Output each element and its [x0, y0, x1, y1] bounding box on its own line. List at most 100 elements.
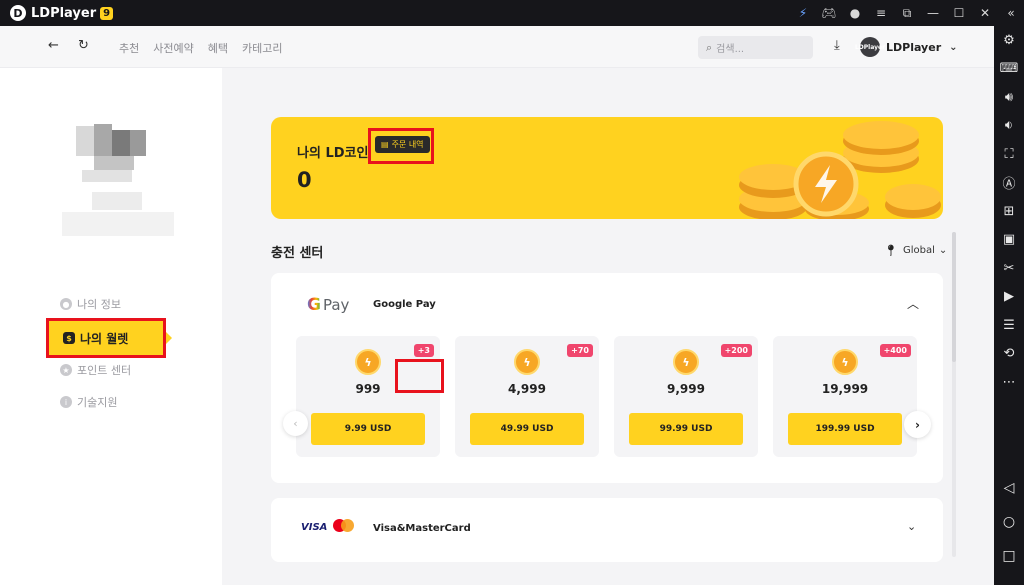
order-history-label: 주문 내역 — [391, 140, 424, 149]
google-pay-card: G Pay Google Pay ︿ ϟ +3 999 9.99 USD ϟ +… — [271, 273, 943, 483]
google-pay-logo: G Pay — [307, 295, 350, 315]
coin-package-19999[interactable]: ϟ +400 19,999 199.99 USD — [773, 336, 917, 457]
coin-package-4999[interactable]: ϟ +70 4,999 49.99 USD — [455, 336, 599, 457]
account-sidebar: ● 나의 정보 $ 나의 월렛 ★ 포인트 센터 i 기술지원 — [0, 68, 222, 585]
keyboard-icon[interactable]: ⌨ — [994, 55, 1024, 84]
nav-recommend[interactable]: 추천 — [119, 40, 139, 56]
volume-down-icon[interactable]: 🔉︎ — [994, 112, 1024, 141]
more-icon[interactable]: ⋯ — [994, 368, 1024, 397]
location-pin-icon: 📍︎ — [884, 244, 898, 257]
chevron-down-icon: ⌄ — [949, 41, 958, 53]
emulator-toolbar: ⚙ ⌨ 🔊︎ 🔉︎ ⛶ Ⓐ ⊞ ▣ ✂ ▶ ☰ ⟲ ⋯ ◁ ○ □ — [994, 26, 1024, 585]
ld-coin-banner: 나의 LD코인 ▤ 주문 내역 0 — [271, 117, 943, 219]
mastercard-logo-icon — [333, 519, 355, 533]
nav-category[interactable]: 카테고리 — [242, 40, 282, 56]
home-icon[interactable]: ○ — [994, 505, 1024, 539]
buy-button[interactable]: 49.99 USD — [470, 413, 584, 445]
coin-amount: 19,999 — [821, 382, 869, 396]
buy-button[interactable]: 199.99 USD — [788, 413, 902, 445]
scrollbar-thumb[interactable] — [952, 232, 956, 362]
screenshot-icon[interactable]: ⛶ — [994, 140, 1024, 169]
buy-button[interactable]: 9.99 USD — [311, 413, 425, 445]
maximize-icon[interactable]: ☐ — [946, 0, 972, 26]
coin-icon: ϟ — [355, 349, 381, 375]
auto-click-icon[interactable]: Ⓐ — [994, 169, 1024, 198]
chevron-up-icon[interactable]: ︿ — [907, 295, 919, 312]
app-header: ← ↻ 추천 사전예약 혜택 카테고리 ⌕ 검색... ⤓ LDPlayer L… — [0, 26, 994, 68]
bonus-badge: +400 — [879, 344, 911, 357]
back-icon[interactable]: ◁ — [994, 471, 1024, 505]
avatar: LDPlayer — [855, 37, 885, 57]
user-menu[interactable]: LDPlayer LDPlayer ⌄ — [855, 37, 958, 57]
coin-balance: 0 — [297, 168, 312, 192]
payment-method-name: Visa&MasterCard — [373, 523, 471, 534]
search-icon: ⌕ — [706, 40, 713, 54]
sidebar-item-support[interactable]: i 기술지원 — [60, 394, 117, 410]
bonus-badge: +200 — [720, 344, 752, 357]
rotate-icon[interactable]: ⟲ — [994, 340, 1024, 369]
coin-icon: ϟ — [832, 349, 858, 375]
app-name: LDPlayer — [31, 5, 97, 21]
region-selector[interactable]: 📍︎ Global ⌄ — [884, 244, 947, 257]
version-badge: 9 — [100, 6, 114, 20]
search-placeholder: 검색... — [716, 44, 745, 55]
info-icon: i — [60, 396, 72, 408]
recents-icon[interactable]: □ — [994, 539, 1024, 573]
sync-icon[interactable]: ☰ — [994, 311, 1024, 340]
record-icon[interactable]: ▶ — [994, 283, 1024, 312]
title-bar: D LDPlayer 9 ⚡ 🎮︎ ● ≡ ⧉ — ☐ ✕ « — [0, 0, 1024, 26]
bonus-badge: +3 — [413, 344, 434, 357]
sidebar-item-label: 포인트 센터 — [77, 364, 132, 377]
bonus-badge: +70 — [567, 344, 593, 357]
carousel-next-button[interactable]: › — [904, 411, 931, 438]
search-input[interactable]: ⌕ 검색... — [698, 36, 813, 59]
order-history-button[interactable]: ▤ 주문 내역 — [375, 136, 430, 153]
sidebar-item-label: 나의 정보 — [77, 298, 121, 311]
lightning-icon[interactable]: ⚡ — [790, 0, 816, 26]
profile-avatar-blurred — [62, 106, 174, 241]
coin-package-999[interactable]: ϟ +3 999 9.99 USD — [296, 336, 440, 457]
sidebar-item-label: 기술지원 — [77, 396, 118, 409]
add-window-icon[interactable]: ⊞ — [994, 197, 1024, 226]
star-icon: ★ — [60, 364, 72, 376]
scrollbar[interactable] — [952, 232, 956, 557]
coin-package-9999[interactable]: ϟ +200 9,999 99.99 USD — [614, 336, 758, 457]
highlight-box — [395, 359, 444, 393]
nav-benefits[interactable]: 혜택 — [208, 40, 228, 56]
coin-stack-icon — [739, 121, 941, 219]
back-arrow-icon[interactable]: ← — [48, 38, 59, 53]
settings-icon[interactable]: ⚙ — [994, 26, 1024, 55]
sidebar-item-my-wallet[interactable]: $ 나의 월렛 — [46, 318, 166, 358]
download-icon[interactable]: ⤓ — [834, 38, 840, 53]
nav-preregister[interactable]: 사전예약 — [153, 40, 193, 56]
refresh-icon[interactable]: ↻ — [78, 38, 89, 53]
scissors-icon[interactable]: ✂ — [994, 254, 1024, 283]
sidebar-item-label: 나의 월렛 — [80, 331, 129, 346]
window-controls: ⚡ 🎮︎ ● ≡ ⧉ — ☐ ✕ « — [790, 0, 1024, 26]
sidebar-item-point-center[interactable]: ★ 포인트 센터 — [60, 362, 131, 378]
minimize-icon[interactable]: — — [920, 0, 946, 26]
menu-icon[interactable]: ≡ — [868, 0, 894, 26]
app-brand: D LDPlayer 9 — [10, 5, 114, 21]
apk-icon[interactable]: ▣ — [994, 226, 1024, 255]
coin-title: 나의 LD코인 — [297, 146, 369, 161]
active-indicator — [166, 332, 172, 344]
volume-up-icon[interactable]: 🔊︎ — [994, 83, 1024, 112]
person-icon: ● — [60, 298, 72, 310]
coin-icon: ϟ — [673, 349, 699, 375]
external-icon[interactable]: ⧉ — [894, 0, 920, 26]
chevron-down-icon: ⌄ — [938, 245, 948, 256]
visa-logo-icon: VISA — [301, 522, 328, 533]
buy-button[interactable]: 99.99 USD — [629, 413, 743, 445]
account-icon[interactable]: ● — [842, 0, 868, 26]
receipt-icon: ▤ — [381, 140, 389, 149]
collapse-icon[interactable]: « — [998, 0, 1024, 26]
close-icon[interactable]: ✕ — [972, 0, 998, 26]
gamepad-icon[interactable]: 🎮︎ — [816, 0, 842, 26]
chevron-down-icon[interactable]: ⌄ — [907, 520, 916, 533]
android-nav: ◁ ○ □ — [994, 471, 1024, 573]
carousel-prev-button[interactable]: ‹ — [283, 411, 308, 436]
visa-mastercard-card[interactable]: VISA Visa&MasterCard ⌄ — [271, 498, 943, 562]
sidebar-item-my-info[interactable]: ● 나의 정보 — [60, 296, 121, 312]
wallet-icon: $ — [63, 332, 75, 344]
